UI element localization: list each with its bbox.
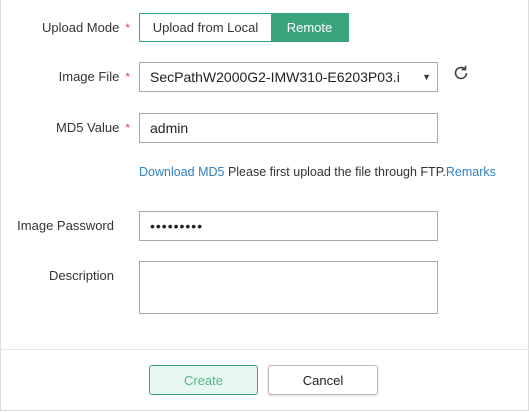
upload-mode-label: Upload Mode *: [20, 20, 130, 35]
footer-divider: [0, 349, 529, 350]
description-textarea[interactable]: [140, 262, 437, 313]
refresh-icon[interactable]: [452, 64, 470, 82]
required-marker: *: [125, 21, 130, 35]
create-button[interactable]: Create: [149, 365, 258, 395]
image-password-input[interactable]: •••••••••: [140, 212, 437, 240]
description-label: Description: [48, 268, 114, 283]
remote-option[interactable]: Remote: [271, 14, 348, 41]
md5-note: Download MD5 Please first upload the fil…: [139, 165, 496, 179]
image-file-label-text: Image File: [58, 69, 120, 84]
upload-from-local-option[interactable]: Upload from Local: [140, 14, 271, 41]
md5-note-text: Please first upload the file through FTP…: [224, 165, 446, 179]
image-password-label: Image Password: [17, 218, 114, 233]
md5-value-input[interactable]: [140, 114, 437, 142]
image-file-label: Image File *: [20, 69, 130, 84]
image-password-field[interactable]: •••••••••: [139, 211, 438, 241]
md5-value-label-text: MD5 Value: [55, 120, 120, 135]
description-field[interactable]: [139, 261, 438, 314]
image-file-value: SecPathW2000G2-IMW310-E6203P03.i: [150, 69, 400, 85]
cancel-button[interactable]: Cancel: [268, 365, 378, 395]
md5-value-label: MD5 Value *: [20, 120, 130, 135]
required-marker: *: [125, 70, 130, 84]
upload-mode-segmented: Upload from Local Remote: [139, 13, 349, 42]
image-file-select[interactable]: SecPathW2000G2-IMW310-E6203P03.i ▼: [139, 62, 438, 92]
upload-mode-label-text: Upload Mode: [42, 20, 120, 35]
required-marker: *: [125, 121, 130, 135]
dropdown-arrow-icon: ▼: [422, 72, 431, 82]
download-md5-link[interactable]: Download MD5: [139, 165, 224, 179]
md5-value-field[interactable]: [139, 113, 438, 143]
remarks-link[interactable]: Remarks: [446, 165, 496, 179]
